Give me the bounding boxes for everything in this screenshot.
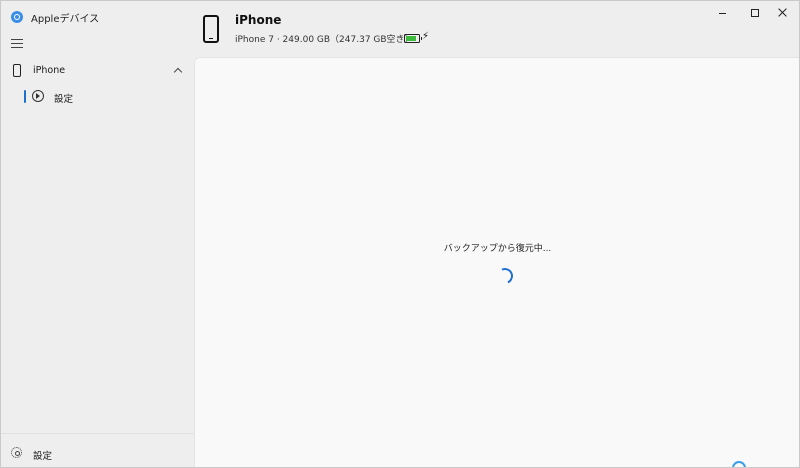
app-title: Appleデバイス bbox=[31, 13, 100, 25]
device-name: iPhone bbox=[235, 13, 282, 27]
phone-icon bbox=[13, 64, 21, 77]
settings-circle-icon bbox=[32, 90, 44, 102]
hamburger-menu-icon[interactable] bbox=[11, 39, 23, 49]
charging-bolt-icon: ⚡ bbox=[422, 31, 430, 42]
app-settings-label: 設定 bbox=[33, 451, 53, 462]
iphone-icon bbox=[203, 15, 219, 43]
restore-status-text: バックアップから復元中... bbox=[443, 244, 552, 254]
floating-indicator-icon bbox=[732, 461, 746, 467]
sidebar-item-settings[interactable]: 設定 bbox=[1, 87, 194, 107]
loading-spinner bbox=[494, 265, 516, 287]
app-window: Appleデバイス iPhone 設定 設定 iPhone iPhone 7 ·… bbox=[0, 0, 800, 468]
chevron-up-icon[interactable] bbox=[173, 67, 183, 77]
apple-devices-app-icon bbox=[11, 11, 23, 23]
sidebar-item-label: 設定 bbox=[54, 94, 74, 105]
sidebar-item-label: iPhone bbox=[33, 65, 66, 76]
app-title-bar: Appleデバイス bbox=[11, 9, 99, 25]
sidebar-divider bbox=[1, 433, 194, 434]
sidebar-item-iphone[interactable]: iPhone bbox=[1, 61, 194, 81]
battery-fill bbox=[406, 36, 416, 41]
device-details: iPhone 7 · 249.00 GB（247.37 GB空き） bbox=[235, 35, 414, 45]
app-settings-button[interactable]: 設定 bbox=[1, 443, 194, 463]
main-content: バックアップから復元中... bbox=[194, 57, 799, 467]
gear-icon bbox=[11, 447, 22, 458]
battery-icon bbox=[404, 34, 422, 43]
selection-indicator bbox=[24, 90, 26, 103]
sidebar: iPhone 設定 設定 bbox=[1, 57, 194, 467]
device-header: iPhone iPhone 7 · 249.00 GB（247.37 GB空き）… bbox=[194, 1, 799, 57]
